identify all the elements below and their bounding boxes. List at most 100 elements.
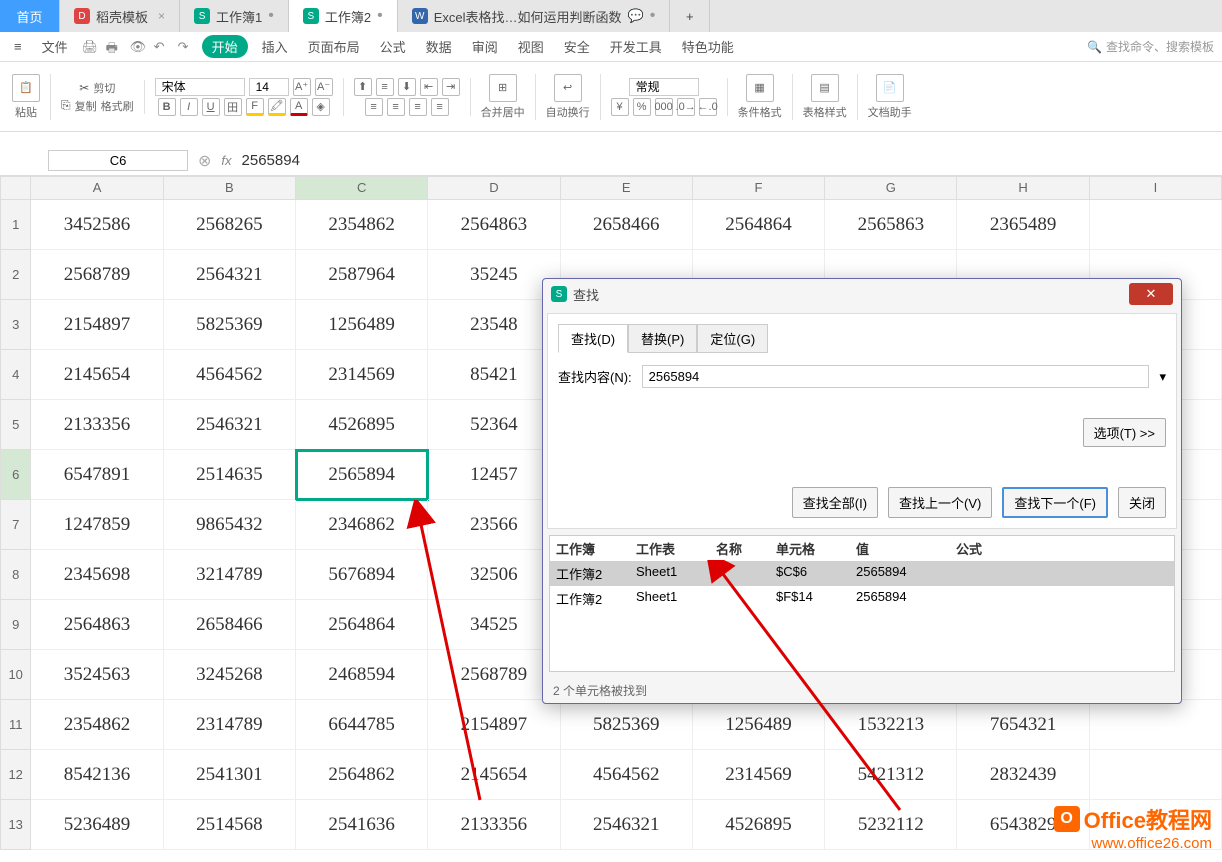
options-button[interactable]: 选项(T) >> xyxy=(1083,418,1166,447)
cell[interactable]: 2514568 xyxy=(164,800,296,850)
cell[interactable]: 3452586 xyxy=(31,200,163,250)
new-tab-button[interactable]: + xyxy=(670,0,710,32)
cell[interactable]: 5676894 xyxy=(296,550,428,600)
copy-icon[interactable]: ⎘ xyxy=(61,98,71,113)
menu-security[interactable]: 安全 xyxy=(558,35,596,58)
menu-formula[interactable]: 公式 xyxy=(374,35,412,58)
cell[interactable]: 23548 xyxy=(428,300,560,350)
tab-workbook1[interactable]: S工作簿1• xyxy=(180,0,289,32)
row-header[interactable]: 9 xyxy=(0,600,31,650)
close-button[interactable]: 关闭 xyxy=(1118,487,1166,518)
shrink-font-icon[interactable]: A⁻ xyxy=(315,78,333,96)
find-content-input[interactable] xyxy=(642,365,1150,388)
cell[interactable]: 4526895 xyxy=(693,800,825,850)
cell[interactable] xyxy=(1090,700,1222,750)
cell[interactable]: 8542136 xyxy=(31,750,163,800)
row-header[interactable]: 3 xyxy=(0,300,31,350)
tab-replace[interactable]: 替换(P) xyxy=(628,324,697,353)
cell[interactable]: 5421312 xyxy=(825,750,957,800)
col-header[interactable]: F xyxy=(693,176,825,200)
italic-button[interactable]: I xyxy=(180,98,198,116)
cell[interactable]: 2541636 xyxy=(296,800,428,850)
hdr-cell[interactable]: 单元格 xyxy=(776,539,856,558)
hdr-value[interactable]: 值 xyxy=(856,539,956,558)
cell[interactable]: 52364 xyxy=(428,400,560,450)
font-color-button[interactable]: A xyxy=(290,98,308,116)
row-header[interactable]: 11 xyxy=(0,700,31,750)
highlight-button[interactable]: 🖍 xyxy=(268,98,286,116)
cell[interactable]: 2564863 xyxy=(31,600,163,650)
cell[interactable]: 1256489 xyxy=(296,300,428,350)
row-header[interactable]: 5 xyxy=(0,400,31,450)
number-format-select[interactable] xyxy=(629,78,699,96)
cell[interactable]: 4526895 xyxy=(296,400,428,450)
cell[interactable]: 32506 xyxy=(428,550,560,600)
find-next-button[interactable]: 查找下一个(F) xyxy=(1002,487,1108,518)
cell[interactable]: 2546321 xyxy=(164,400,296,450)
cell[interactable]: 3214789 xyxy=(164,550,296,600)
fx-icon[interactable]: fx xyxy=(221,153,231,168)
merge-icon[interactable]: ⊞ xyxy=(489,74,517,102)
tab-goto[interactable]: 定位(G) xyxy=(697,324,768,353)
fill-color-button[interactable]: F xyxy=(246,98,264,116)
cell[interactable]: 2345698 xyxy=(31,550,163,600)
cell[interactable]: 2564864 xyxy=(693,200,825,250)
cell[interactable]: 5232112 xyxy=(825,800,957,850)
cell[interactable]: 23566 xyxy=(428,500,560,550)
cell[interactable]: 2354862 xyxy=(31,700,163,750)
cell[interactable]: 5825369 xyxy=(164,300,296,350)
clear-format-button[interactable]: ◈ xyxy=(312,98,330,116)
menu-file[interactable]: 文件 xyxy=(36,35,74,58)
dropdown-icon[interactable]: ▾ xyxy=(1159,369,1166,385)
border-button[interactable]: 田 xyxy=(224,98,242,116)
cond-format-icon[interactable]: ▦ xyxy=(746,74,774,102)
col-header[interactable]: E xyxy=(561,176,693,200)
cell[interactable]: 2154897 xyxy=(428,700,560,750)
cell[interactable]: 2658466 xyxy=(164,600,296,650)
cell[interactable]: 1247859 xyxy=(31,500,163,550)
row-header[interactable]: 10 xyxy=(0,650,31,700)
cell[interactable]: 85421 xyxy=(428,350,560,400)
cancel-icon[interactable]: ⊗ xyxy=(198,151,211,171)
cell[interactable]: 9865432 xyxy=(164,500,296,550)
align-mid-icon[interactable]: ≡ xyxy=(376,78,394,96)
cell[interactable]: 2564321 xyxy=(164,250,296,300)
size-select[interactable] xyxy=(249,78,289,96)
cell[interactable]: 4564562 xyxy=(561,750,693,800)
col-header[interactable]: B xyxy=(164,176,296,200)
row-header[interactable]: 1 xyxy=(0,200,31,250)
cell[interactable]: 2346862 xyxy=(296,500,428,550)
currency-icon[interactable]: ¥ xyxy=(611,98,629,116)
align-bot-icon[interactable]: ⬇ xyxy=(398,78,416,96)
cell[interactable]: 2568789 xyxy=(428,650,560,700)
menu-data[interactable]: 数据 xyxy=(420,35,458,58)
hdr-formula[interactable]: 公式 xyxy=(956,539,1168,558)
percent-icon[interactable]: % xyxy=(633,98,651,116)
cell[interactable]: 2658466 xyxy=(561,200,693,250)
align-right-icon[interactable]: ≡ xyxy=(409,98,427,116)
menu-start[interactable]: 开始 xyxy=(202,35,248,58)
print-icon[interactable]: 🖶 xyxy=(106,39,122,55)
save-icon[interactable]: 🖨 xyxy=(82,39,98,55)
menu-review[interactable]: 审阅 xyxy=(466,35,504,58)
row-header[interactable]: 6 xyxy=(0,450,31,500)
align-center-icon[interactable]: ≡ xyxy=(387,98,405,116)
menu-view[interactable]: 视图 xyxy=(512,35,550,58)
cell[interactable]: 7654321 xyxy=(957,700,1089,750)
cell[interactable]: 2546321 xyxy=(561,800,693,850)
redo-icon[interactable]: ↷ xyxy=(178,39,194,55)
grow-font-icon[interactable]: A⁺ xyxy=(293,78,311,96)
cell[interactable]: 2133356 xyxy=(31,400,163,450)
cell[interactable]: 2568265 xyxy=(164,200,296,250)
font-select[interactable] xyxy=(155,78,245,96)
align-top-icon[interactable]: ⬆ xyxy=(354,78,372,96)
cell[interactable]: 5236489 xyxy=(31,800,163,850)
hdr-book[interactable]: 工作簿 xyxy=(556,539,636,558)
col-header[interactable]: A xyxy=(31,176,163,200)
undo-icon[interactable]: ↶ xyxy=(154,39,170,55)
hdr-sheet[interactable]: 工作表 xyxy=(636,539,716,558)
cell[interactable]: 2145654 xyxy=(31,350,163,400)
cell[interactable]: 3245268 xyxy=(164,650,296,700)
cell[interactable]: 6547891 xyxy=(31,450,163,500)
cell[interactable]: 12457 xyxy=(428,450,560,500)
